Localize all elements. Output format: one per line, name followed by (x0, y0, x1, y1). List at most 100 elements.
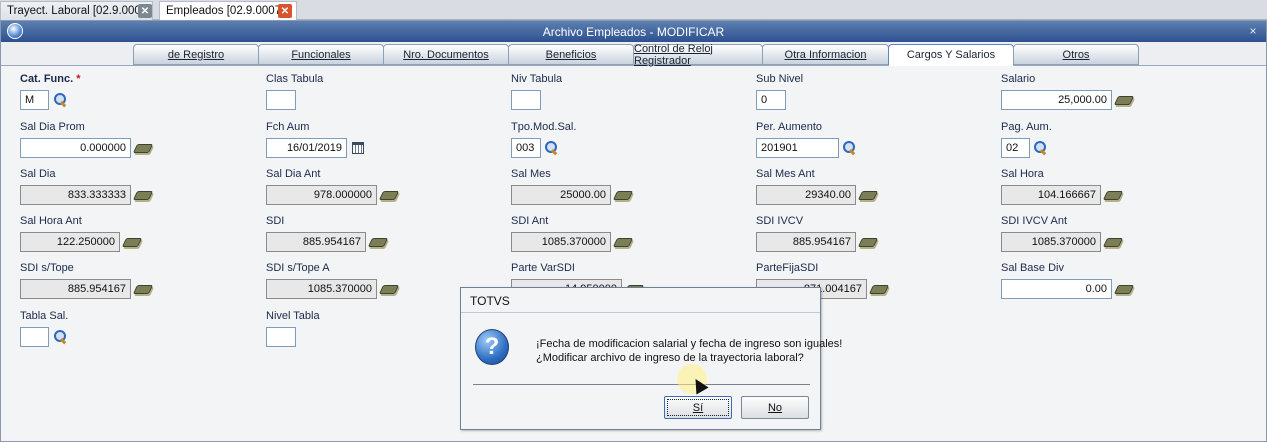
dialog-message-line-1: ¡Fecha de modificacion salarial y fecha … (536, 338, 843, 350)
tab-de-registro[interactable]: de Registro (133, 44, 259, 65)
nivel-tabla-label: Nivel Tabla (266, 310, 320, 322)
magnifier-icon[interactable] (842, 140, 858, 156)
tab-otra-informacion[interactable]: Otra Informacion (762, 44, 889, 65)
parte-fija-sdi-label: ParteFijaSDI (756, 262, 819, 274)
confirm-dialog: TOTVS ? ¡Fecha de modificacion salarial … (460, 287, 842, 430)
sdi-ivcv-label: SDI IVCV (756, 215, 804, 227)
pag-aum-input[interactable]: 02 (1001, 138, 1030, 158)
pag-aum-label: Pag. Aum. (1001, 121, 1052, 133)
calendar-icon[interactable] (350, 140, 366, 156)
money-bill-icon[interactable] (121, 234, 143, 250)
fch-aum-input[interactable]: 16/01/2019 (266, 138, 347, 158)
tab-funcionales[interactable]: Funcionales (258, 44, 384, 65)
tab-beneficios[interactable]: Beneficios (508, 44, 634, 65)
sal-mes-ant-input: 29340.00 (756, 185, 856, 205)
magnifier-icon[interactable] (53, 92, 69, 108)
no-button[interactable]: No (741, 396, 809, 419)
parte-var-sdi-label: Parte VarSDI (511, 262, 575, 274)
doc-tab-label: Trayect. Laboral [02.9.0007] (7, 5, 151, 17)
tab-otros[interactable]: Otros (1013, 44, 1139, 65)
window-close-icon[interactable]: × (1246, 24, 1260, 38)
money-bill-icon[interactable] (1102, 187, 1124, 203)
tpo-mod-sal-label: Tpo.Mod.Sal. (511, 121, 577, 133)
money-bill-icon[interactable] (132, 140, 154, 156)
sal-dia-label: Sal Dia (20, 168, 56, 180)
cat-func-input[interactable]: M (20, 90, 49, 110)
tabla-sal-label: Tabla Sal. (20, 310, 69, 322)
money-bill-icon[interactable] (367, 234, 389, 250)
sub-nivel-label: Sub Nivel (756, 73, 804, 85)
sal-hora-ant-label: Sal Hora Ant (20, 215, 82, 227)
money-bill-icon[interactable] (1113, 92, 1135, 108)
document-tab-strip: Trayect. Laboral [02.9.0007] ✕ Empleados… (0, 0, 1267, 20)
clas-tabula-input[interactable] (266, 90, 296, 110)
sdi-ivcv-ant-input: 1085.370000 (1001, 232, 1101, 252)
money-bill-icon[interactable] (857, 234, 879, 250)
per-aumento-label: Per. Aumento (756, 121, 823, 133)
dialog-title: TOTVS (470, 294, 510, 308)
sdi-ivcv-input: 885.954167 (756, 232, 856, 252)
sal-mes-input: 25000.00 (511, 185, 611, 205)
sal-dia-input: 833.333333 (20, 185, 131, 205)
section-tab-bar: de Registro Funcionales Nro. Documentos … (1, 42, 1266, 67)
tab-cargos-y-salarios[interactable]: Cargos Y Salarios (888, 44, 1014, 66)
sdi-ivcv-ant-label: SDI IVCV Ant (1001, 215, 1068, 227)
nivel-tabla-input[interactable] (266, 327, 296, 347)
sdi-s-tope-a-input: 1085.370000 (266, 279, 377, 299)
sdi-s-tope-a-label: SDI s/Tope A (266, 262, 330, 274)
salario-label: Salario (1001, 73, 1036, 85)
tpo-mod-sal-input[interactable]: 003 (511, 138, 541, 158)
sal-dia-ant-label: Sal Dia Ant (266, 168, 321, 180)
doc-tab-label: Empleados [02.9.0007] (166, 5, 285, 17)
tab-control-reloj[interactable]: Control de Reloj Registrador (633, 43, 763, 67)
dialog-message-line-2: ¿Modificar archivo de ingreso de la tray… (536, 352, 804, 364)
tabla-sal-input[interactable] (20, 327, 49, 347)
money-bill-icon[interactable] (378, 281, 400, 297)
sal-dia-ant-input: 978.000000 (266, 185, 377, 205)
magnifier-icon[interactable] (544, 140, 560, 156)
money-bill-icon[interactable] (378, 187, 400, 203)
magnifier-icon[interactable] (53, 329, 69, 345)
required-marker: * (76, 73, 81, 85)
dialog-divider (461, 312, 820, 313)
money-bill-icon[interactable] (868, 281, 890, 297)
sdi-input: 885.954167 (266, 232, 366, 252)
sal-mes-ant-label: Sal Mes Ant (756, 168, 815, 180)
niv-tabula-input[interactable] (511, 90, 541, 110)
cat-func-label: Cat. Func. (20, 73, 74, 85)
clas-tabula-label: Clas Tabula (266, 73, 324, 85)
money-bill-icon[interactable] (857, 187, 879, 203)
sdi-ant-input: 1085.370000 (511, 232, 611, 252)
per-aumento-input[interactable]: 201901 (756, 138, 839, 158)
money-bill-icon[interactable] (132, 281, 154, 297)
question-icon: ? (475, 329, 509, 365)
sal-dia-prom-input[interactable]: 0.000000 (20, 138, 131, 158)
sal-mes-label: Sal Mes (511, 168, 551, 180)
app-icon[interactable] (7, 23, 23, 39)
salario-input[interactable]: 25,000.00 (1001, 90, 1112, 110)
fch-aum-label: Fch Aum (266, 121, 310, 133)
money-bill-icon[interactable] (132, 187, 154, 203)
sub-nivel-input[interactable]: 0 (756, 90, 786, 110)
window-titlebar: Archivo Empleados - MODIFICAR × (1, 21, 1266, 42)
sal-dia-prom-label: Sal Dia Prom (20, 121, 85, 133)
yes-button[interactable]: Sí (664, 396, 732, 419)
sal-base-div-input[interactable]: 0.00 (1001, 279, 1112, 299)
tab-nro-documentos[interactable]: Nro. Documentos (383, 44, 509, 65)
close-tab-icon[interactable]: ✕ (278, 4, 292, 18)
sdi-label: SDI (266, 215, 285, 227)
money-bill-icon[interactable] (612, 187, 634, 203)
money-bill-icon[interactable] (1113, 281, 1135, 297)
doc-tab-trayect-laboral[interactable]: Trayect. Laboral [02.9.0007] ✕ (0, 1, 153, 20)
sdi-s-tope-input: 885.954167 (20, 279, 131, 299)
sal-hora-ant-input: 122.250000 (20, 232, 120, 252)
sdi-s-tope-label: SDI s/Tope (20, 262, 74, 274)
money-bill-icon[interactable] (612, 234, 634, 250)
money-bill-icon[interactable] (1102, 234, 1124, 250)
doc-tab-empleados[interactable]: Empleados [02.9.0007] ✕ (159, 1, 297, 20)
close-tab-icon[interactable]: ✕ (138, 4, 152, 18)
sal-hora-input: 104.166667 (1001, 185, 1101, 205)
sal-hora-label: Sal Hora (1001, 168, 1044, 180)
magnifier-icon[interactable] (1033, 140, 1049, 156)
sal-base-div-label: Sal Base Div (1001, 262, 1064, 274)
